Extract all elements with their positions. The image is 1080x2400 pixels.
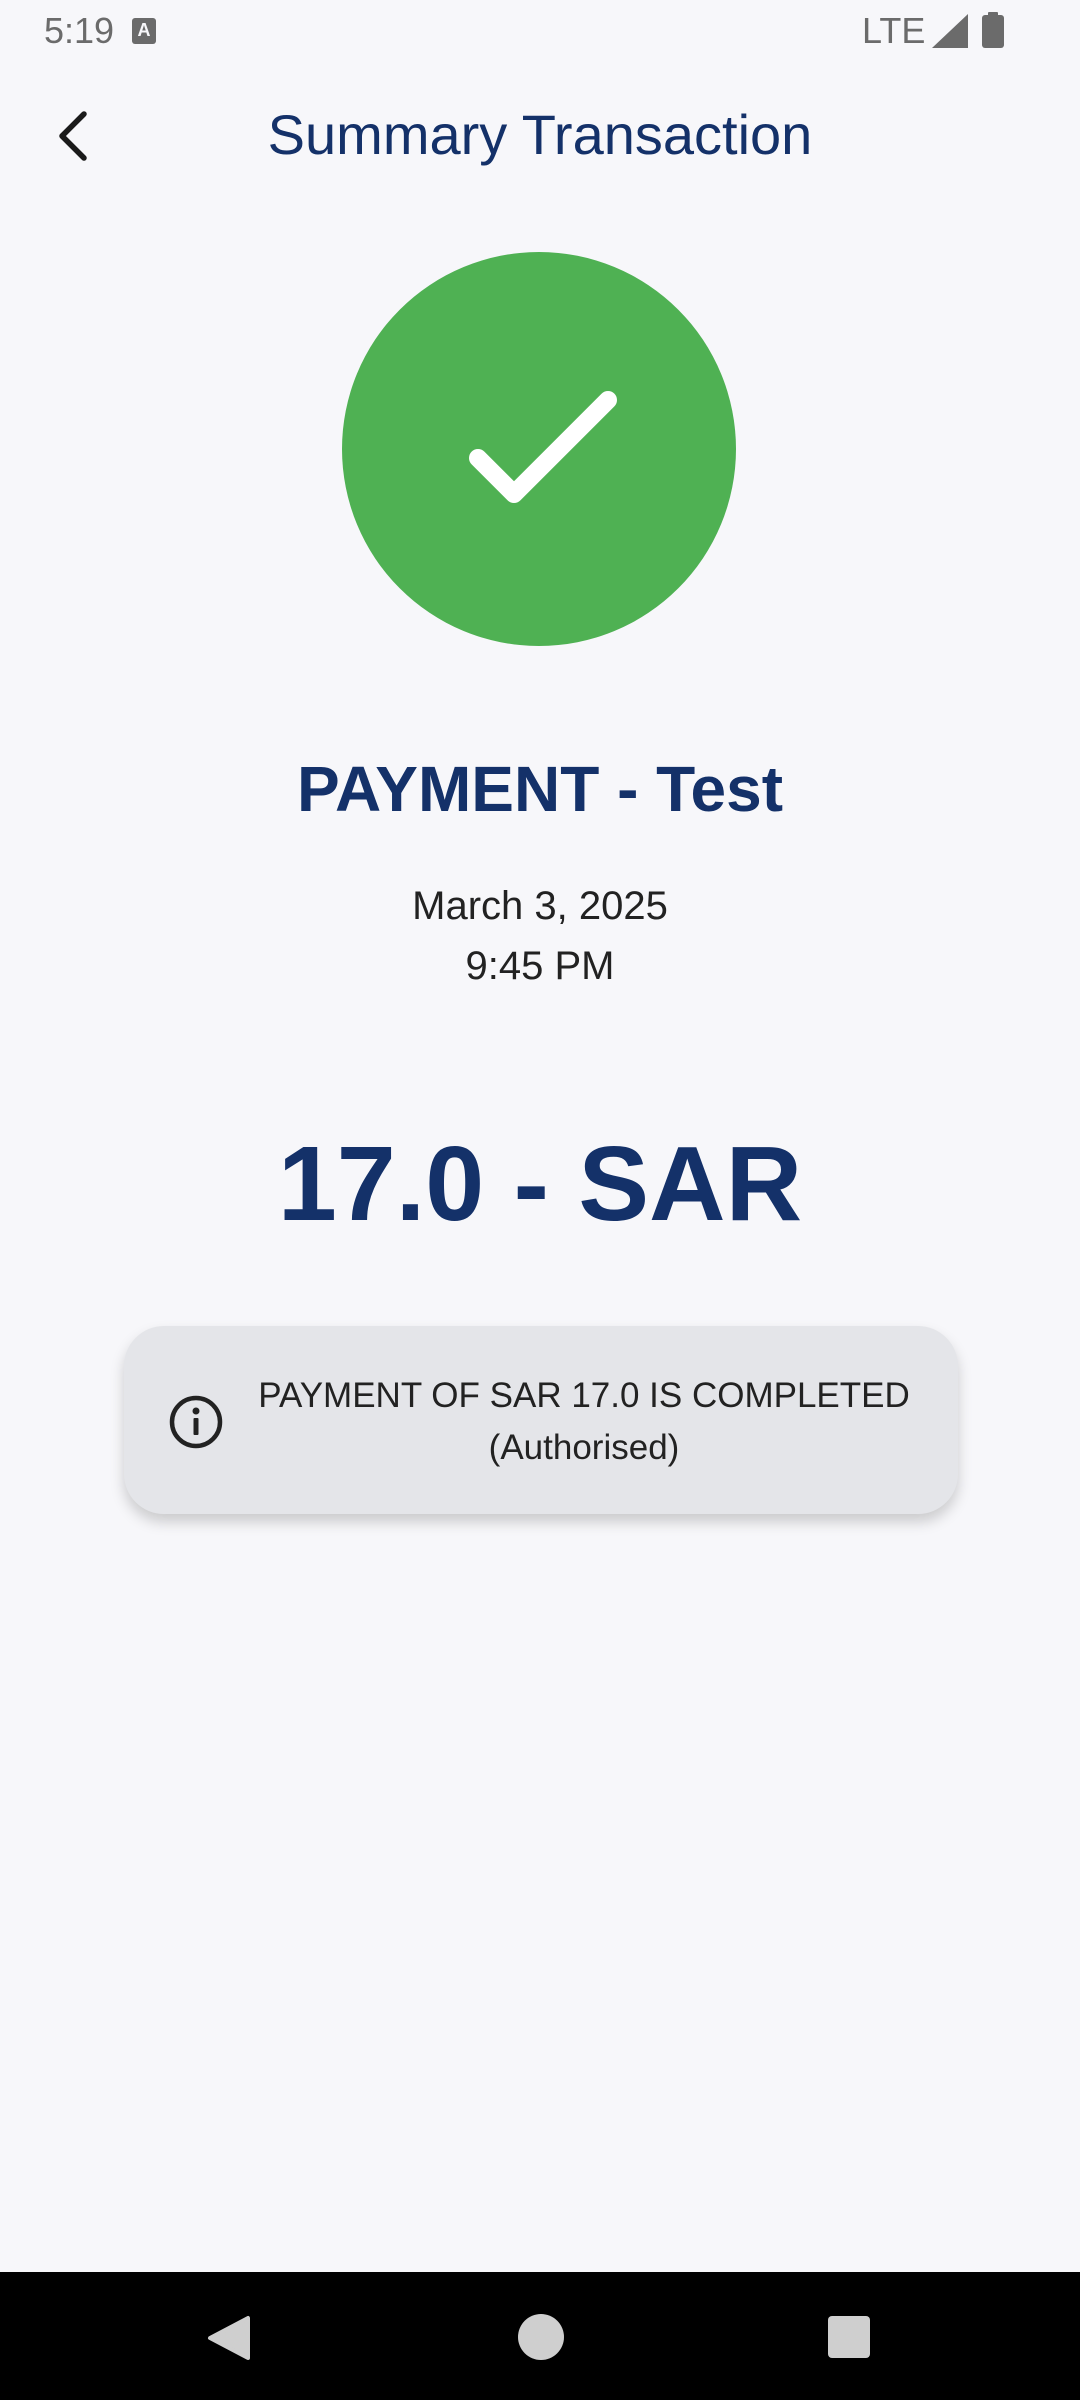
success-status-icon	[342, 252, 736, 646]
payment-time: 9:45 PM	[465, 944, 615, 988]
payment-amount: 17.0 - SAR	[277, 1125, 803, 1243]
app-bar: Summary Transaction	[0, 62, 1080, 210]
nav-recents-icon[interactable]	[828, 2316, 870, 2358]
signal-icon	[932, 14, 968, 48]
nav-back-icon[interactable]	[206, 2314, 250, 2362]
notification-a-icon: A	[132, 18, 156, 44]
system-navigation-bar	[0, 2272, 1080, 2400]
payment-title: PAYMENT - Test	[297, 753, 783, 825]
info-icon	[169, 1395, 223, 1449]
payment-status-card: PAYMENT OF SAR 17.0 IS COMPLETED (Author…	[124, 1326, 958, 1514]
status-time: 5:19	[44, 10, 115, 51]
network-type: LTE	[862, 10, 926, 51]
page-title: Summary Transaction	[267, 103, 813, 166]
payment-status-line1: PAYMENT OF SAR 17.0 IS COMPLETED	[258, 1376, 910, 1415]
payment-date: March 3, 2025	[412, 884, 668, 928]
check-icon	[469, 391, 617, 503]
payment-status-message: PAYMENT OF SAR 17.0 IS COMPLETED (Author…	[244, 1370, 924, 1474]
payment-status-line2: (Authorised)	[488, 1428, 680, 1467]
status-bar: 5:19 A LTE	[0, 0, 1080, 62]
nav-home-icon[interactable]	[518, 2314, 564, 2360]
battery-icon	[982, 12, 1004, 48]
